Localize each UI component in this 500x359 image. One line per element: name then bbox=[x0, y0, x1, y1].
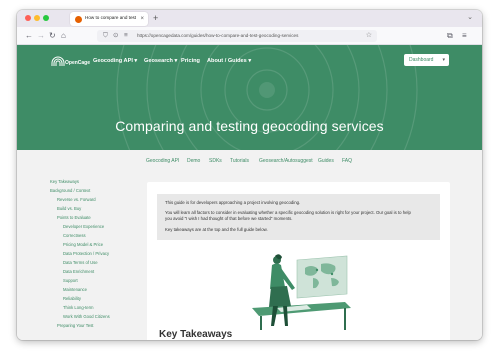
nav-geosearch[interactable]: Geosearch ▾ bbox=[144, 58, 177, 64]
url-bar[interactable]: ⛉ ⊙ ≡ https://opencagedata.com/guides/ho… bbox=[97, 30, 377, 42]
back-icon[interactable]: ← bbox=[25, 30, 33, 41]
url-text[interactable]: https://opencagedata.com/guides/how-to-c… bbox=[137, 33, 298, 38]
world-map-icon bbox=[296, 255, 348, 299]
home-icon[interactable]: ⌂ bbox=[61, 30, 66, 41]
browser-tab[interactable]: How to compare and test geoc × bbox=[70, 12, 148, 26]
subnav-demo[interactable]: Demo bbox=[187, 158, 200, 164]
lock-icon[interactable]: ⊙ bbox=[113, 31, 118, 41]
toc-item[interactable]: Data Terms of Use bbox=[63, 260, 98, 265]
dashboard-label: Dashboard bbox=[409, 57, 434, 64]
subnav-tutorials[interactable]: Tutorials bbox=[230, 158, 249, 164]
toc-item[interactable]: Work With Good Citizens bbox=[63, 314, 110, 319]
logo-text[interactable]: OpenCage bbox=[65, 60, 90, 66]
intro-line: This guide is for developers approaching… bbox=[165, 200, 301, 205]
subnav-faq[interactable]: FAQ bbox=[342, 158, 352, 164]
intro-line: You will learn all factors to consider i… bbox=[165, 210, 411, 215]
zoom-window-button[interactable] bbox=[43, 15, 49, 21]
shield-icon[interactable]: ⛉ bbox=[103, 31, 108, 41]
tab-strip: How to compare and test geoc × + ⌄ bbox=[17, 10, 482, 27]
toc-item[interactable]: Correctness bbox=[63, 233, 86, 238]
site-header: OpenCage Geocoding API ▾ Geosearch ▾ Pri… bbox=[17, 45, 482, 150]
page-title: Comparing and testing geocoding services bbox=[115, 118, 384, 134]
star-icon[interactable]: ☆ bbox=[366, 31, 372, 41]
intro-line: Key takeaways are at the top and the ful… bbox=[165, 227, 268, 232]
subnav-sdks[interactable]: SDKs bbox=[209, 158, 222, 164]
toc-item[interactable]: Reliability bbox=[63, 296, 81, 301]
close-tab-icon[interactable]: × bbox=[140, 15, 144, 23]
tab-title: How to compare and test geoc bbox=[85, 15, 137, 20]
nav-pricing[interactable]: Pricing bbox=[181, 58, 200, 64]
article-card: This guide is for developers approaching… bbox=[147, 182, 450, 340]
toc-item[interactable]: Reverse vs. Forward bbox=[57, 197, 96, 202]
toc-item[interactable]: Maintenance bbox=[63, 287, 87, 292]
toc-item[interactable]: Data Protection / Privacy bbox=[63, 251, 109, 256]
toc-item[interactable]: Build vs. Buy bbox=[57, 206, 81, 211]
permissions-icon[interactable]: ≡ bbox=[124, 31, 128, 41]
nav-geocoding-api[interactable]: Geocoding API ▾ bbox=[93, 58, 137, 64]
browser-window: How to compare and test geoc × + ⌄ ← → ↻… bbox=[17, 10, 482, 340]
subnav-geocoding-api[interactable]: Geocoding API bbox=[146, 158, 179, 164]
toc-item[interactable]: Points to Evaluate bbox=[57, 215, 91, 220]
toc-item[interactable]: Data Enrichment bbox=[63, 269, 94, 274]
reload-icon[interactable]: ↻ bbox=[49, 30, 56, 41]
new-tab-button[interactable]: + bbox=[153, 12, 158, 24]
toc-item[interactable]: Preparing Your Test bbox=[57, 323, 93, 328]
chevron-down-icon: ▾ bbox=[442, 56, 445, 63]
browser-toolbar: ← → ↻ ⌂ ⛉ ⊙ ≡ https://opencagedata.com/g… bbox=[17, 27, 482, 45]
intro-line: you avoid "I wish I had thought of that … bbox=[165, 216, 293, 221]
subnav-guides[interactable]: Guides bbox=[318, 158, 334, 164]
illustration bbox=[252, 254, 351, 330]
list-tabs-icon[interactable]: ⌄ bbox=[467, 13, 473, 21]
sub-navigation: Geocoding API Demo SDKs Tutorials Geosea… bbox=[17, 150, 482, 174]
firefox-icon bbox=[75, 15, 82, 23]
forward-icon[interactable]: → bbox=[37, 30, 45, 41]
toc-item[interactable]: Support bbox=[63, 278, 78, 283]
toc-item[interactable]: Background / Context bbox=[50, 188, 90, 193]
dashboard-button[interactable]: Dashboard ▾ bbox=[404, 54, 449, 66]
close-window-button[interactable] bbox=[25, 15, 31, 21]
key-takeaways-heading: Key Takeaways bbox=[159, 329, 233, 340]
toc-item[interactable]: Pricing Model & Price bbox=[63, 242, 103, 247]
menu-icon[interactable]: ≡ bbox=[462, 30, 467, 41]
intro-callout: This guide is for developers approaching… bbox=[157, 194, 440, 240]
nav-about-guides[interactable]: About / Guides ▾ bbox=[207, 58, 251, 64]
extensions-icon[interactable]: ⧉ bbox=[447, 30, 453, 41]
toc-item[interactable]: Developer Experience bbox=[63, 224, 104, 229]
subnav-geosearch-autosuggest[interactable]: Geosearch/Autosuggest bbox=[259, 158, 313, 164]
toc-item[interactable]: Key Takeaways bbox=[50, 179, 79, 184]
minimize-window-button[interactable] bbox=[34, 15, 40, 21]
toc-item[interactable]: Think Long-term bbox=[63, 305, 94, 310]
